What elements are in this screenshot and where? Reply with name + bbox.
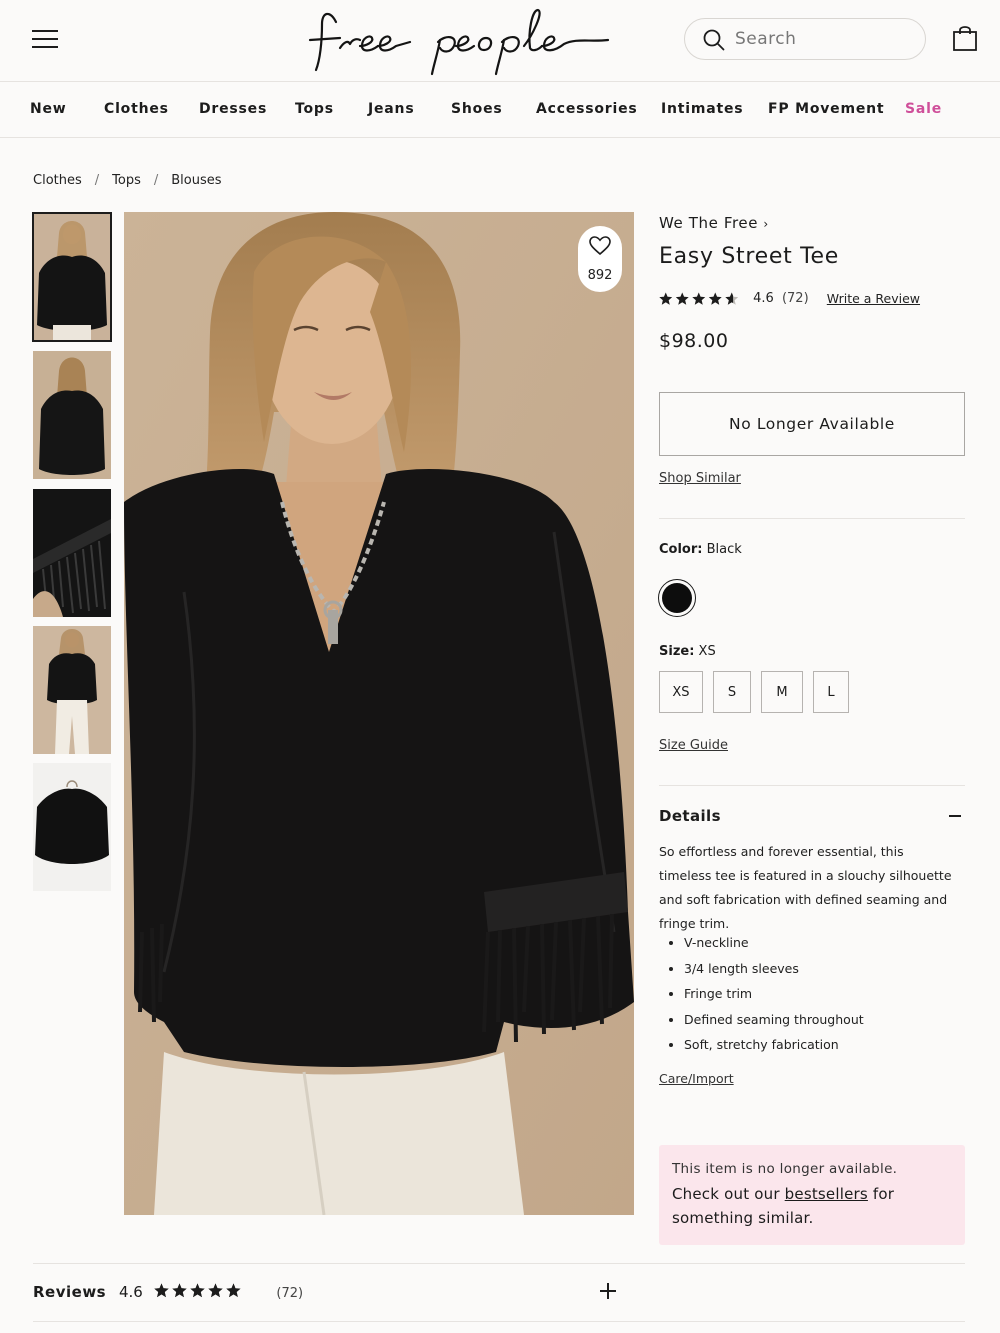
nav-item-sale[interactable]: Sale [905,101,942,117]
site-header [0,0,1000,82]
rating-value: 4.6 [753,291,774,306]
favorite-count: 892 [587,268,613,283]
notice-cta: Check out our bestsellers for something … [672,1182,952,1230]
thumbnail-image [33,626,111,754]
divider [33,1321,965,1322]
care-import-link[interactable]: Care/Import [659,1071,734,1086]
product-thumbnail[interactable] [33,351,111,479]
color-swatch-black[interactable] [658,579,696,617]
size-value: XS [698,644,716,659]
brand-name: We The Free [659,214,759,232]
list-item: Fringe trim [669,983,864,1009]
nav-item-clothes[interactable]: Clothes [104,101,169,117]
unavailable-notice: This item is no longer available. Check … [659,1145,965,1245]
breadcrumb-separator: / [153,173,159,188]
favorite-button[interactable]: 892 [578,226,622,292]
star-icon-filled [675,292,689,305]
breadcrumb: Clothes / Tops / Blouses [33,173,222,188]
size-label-title: Size: [659,644,695,659]
nav-item-new[interactable]: New [30,101,67,117]
heart-icon [589,236,611,256]
star-icon-filled [708,292,722,305]
nav-item-accessories[interactable]: Accessories [536,101,638,117]
collapse-icon[interactable] [949,815,961,817]
thumbnail-image [33,763,111,891]
product-thumbnail[interactable] [33,626,111,754]
details-heading[interactable]: Details [659,807,721,825]
star-icon-filled [659,292,673,305]
reviews-heading[interactable]: Reviews [33,1283,106,1301]
bestsellers-link[interactable]: bestsellers [785,1185,868,1203]
thumbnail-image [33,489,111,617]
nav-item-shoes[interactable]: Shoes [451,101,503,117]
list-item: Defined seaming throughout [669,1009,864,1035]
nav-item-jeans[interactable]: Jeans [368,101,414,117]
thumbnail-image [33,213,111,341]
size-guide-link[interactable]: Size Guide [659,738,728,753]
star-icon-filled [692,292,706,305]
product-title: Easy Street Tee [659,244,839,269]
nav-item-tops[interactable]: Tops [295,101,334,117]
model-photo [124,212,634,1215]
free-people-logo[interactable] [300,2,630,78]
breadcrumb-separator: / [94,173,100,188]
swatch-fill [662,583,692,613]
list-item: Soft, stretchy fabrication [669,1034,864,1060]
divider [33,1263,965,1264]
product-thumbnail[interactable] [33,763,111,891]
size-label: Size: XS [659,644,716,659]
product-thumbnail[interactable] [32,212,112,342]
star-icon-filled [154,1283,169,1298]
divider [659,518,965,519]
no-longer-available-button[interactable]: No Longer Available [659,392,965,456]
size-option-s[interactable]: S [713,671,751,713]
list-item: V-neckline [669,932,864,958]
expand-icon[interactable] [600,1283,616,1299]
search-bar[interactable] [684,18,926,60]
main-nav: New Clothes Dresses Tops Jeans Shoes Acc… [0,82,1000,138]
nav-item-dresses[interactable]: Dresses [199,101,267,117]
size-option-l[interactable]: L [813,671,849,713]
star-icon-filled [172,1283,187,1298]
rating-stars [154,1283,241,1298]
list-item: 3/4 length sleeves [669,958,864,984]
reviews-summary: 4.6 (72) [119,1283,303,1301]
nav-item-fp-movement[interactable]: FP Movement [768,101,884,117]
product-thumbnail[interactable] [33,489,111,617]
breadcrumb-item-clothes[interactable]: Clothes [33,173,82,188]
color-value: Black [706,542,742,557]
product-rating: 4.6 (72) Write a Review [659,291,920,309]
shopping-bag-icon[interactable] [952,24,978,52]
thumbnail-image [33,351,111,479]
size-option-xs[interactable]: XS [659,671,703,713]
menu-icon[interactable] [32,28,58,50]
rating-stars [659,292,739,305]
nav-item-intimates[interactable]: Intimates [661,101,743,117]
size-option-m[interactable]: M [761,671,803,713]
breadcrumb-item-tops[interactable]: Tops [112,173,141,188]
product-price: $98.00 [659,330,729,352]
search-input[interactable] [735,27,905,51]
notice-text: This item is no longer available. [672,1161,898,1177]
main-product-image[interactable] [124,212,634,1215]
notice-cta-pre: Check out our [672,1185,780,1203]
reviews-rating-value: 4.6 [119,1283,143,1301]
color-label: Color: Black [659,542,742,557]
divider [659,785,965,786]
breadcrumb-item-blouses[interactable]: Blouses [171,173,221,188]
brand-link[interactable]: We The Free › [659,214,769,232]
chevron-right-icon: › [763,217,769,231]
shop-similar-link[interactable]: Shop Similar [659,471,741,486]
search-icon [703,29,725,51]
color-label-title: Color: [659,542,703,557]
review-count[interactable]: (72) [782,291,809,306]
star-icon-filled [190,1283,205,1298]
reviews-count: (72) [276,1286,304,1301]
product-description: So effortless and forever essential, thi… [659,844,952,931]
star-icon-filled [208,1283,223,1298]
feature-list: V-neckline 3/4 length sleeves Fringe tri… [669,932,864,1060]
write-review-link[interactable]: Write a Review [827,291,920,306]
